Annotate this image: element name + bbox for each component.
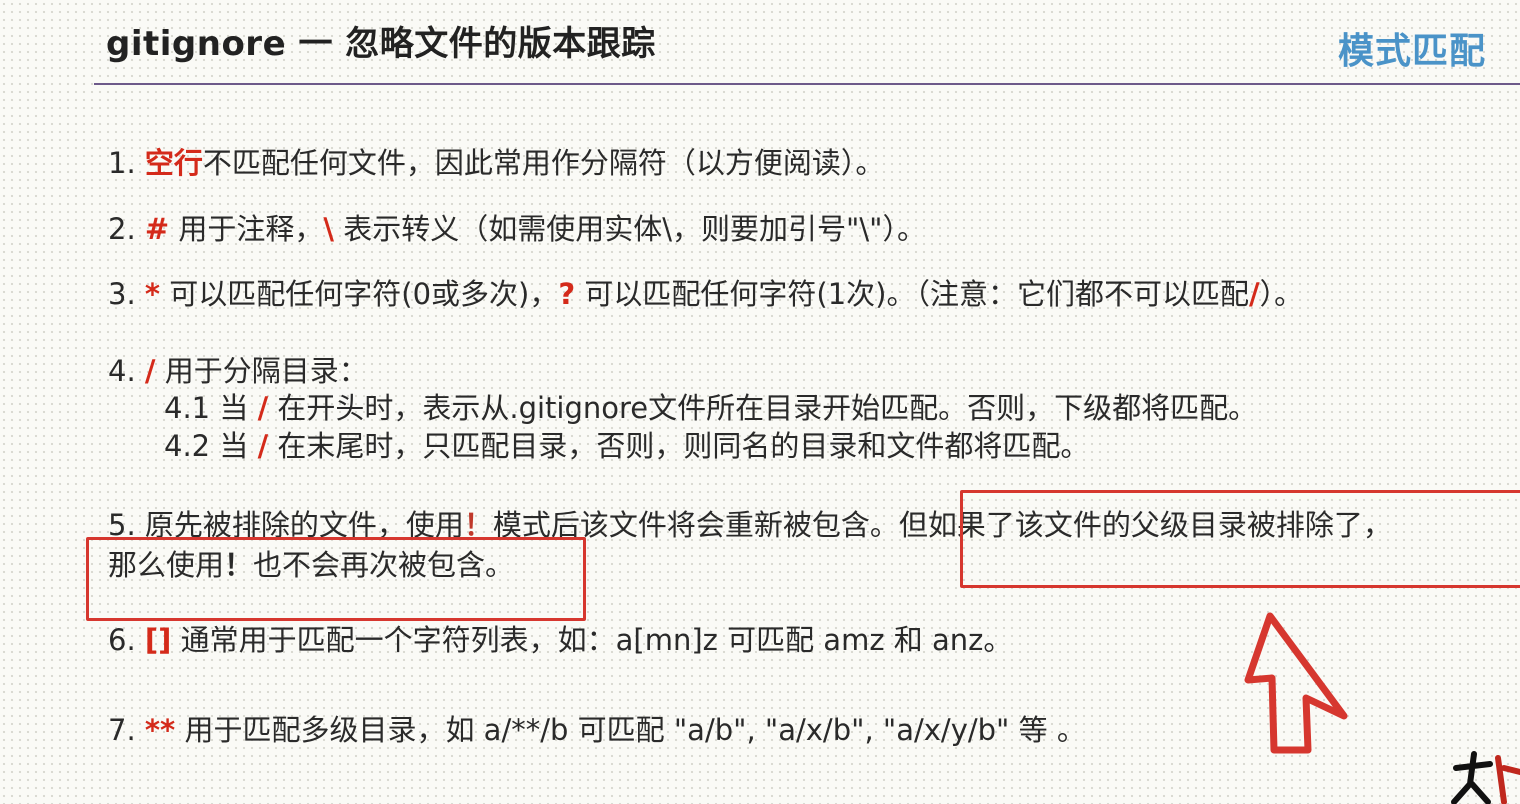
rule-4-1-text: 在开头时，表示从.gitignore文件所在目录开始匹配。否则，下级都将匹配。 [268, 391, 1258, 425]
rule-7-text: 用于匹配多级目录，如 a/**/b 可匹配 "a/b", "a/x/b", "a… [175, 713, 1086, 747]
rule-4-1-keyword-slash: / [257, 391, 269, 425]
rule-6-text: 通常用于匹配一个字符列表，如：a[mn]z 可匹配 amz 和 anz。 [171, 623, 1013, 657]
rule-7-number: 7. [108, 713, 136, 747]
rule-4-2-pre: 当 [210, 429, 258, 463]
rule-2-text-escape: 表示转义（如需使用实体\，则要加引号"\"）。 [334, 212, 926, 246]
rule-4-1-pre: 当 [210, 391, 258, 425]
title-divider [94, 83, 1520, 85]
rule-2-keyword-hash: # [144, 212, 170, 246]
rule-2-text-comment: 用于注释， [169, 212, 324, 246]
rule-3-text-end: ）。 [1259, 277, 1304, 311]
section-tag: 模式匹配 [1338, 31, 1487, 72]
rule-1-text: 不匹配任何文件，因此常用作分隔符（以方便阅读）。 [202, 146, 885, 180]
rule-2-keyword-backslash: \ [323, 212, 335, 246]
rule-6: 6. [] 通常用于匹配一个字符列表，如：a[mn]z 可匹配 amz 和 an… [108, 622, 1012, 658]
rule-1-keyword: 空行 [144, 146, 203, 180]
rule-4-2: 4.2 当 / 在末尾时，只匹配目录，否则，则同名的目录和文件都将匹配。 [164, 428, 1089, 464]
rule-4-keyword-slash: / [144, 354, 156, 388]
rule-7: 7. ** 用于匹配多级目录，如 a/**/b 可匹配 "a/b", "a/x/… [108, 712, 1086, 748]
rule-4-2-number: 4.2 [164, 429, 211, 463]
rule-4-1-number: 4.1 [164, 391, 211, 425]
highlight-box-parent-excluded [960, 490, 1520, 588]
rule-3-number: 3. [108, 277, 136, 311]
hand-drawn-arrow-icon [1244, 612, 1348, 754]
rule-4-text: 用于分隔目录： [155, 354, 368, 388]
rule-2-number: 2. [108, 212, 136, 246]
rule-4-2-keyword-slash: / [257, 429, 269, 463]
rule-3-text-star: 可以匹配任何字符(0或多次)， [160, 277, 559, 311]
corner-logo-icon [1451, 751, 1520, 804]
rule-6-number: 6. [108, 623, 136, 657]
highlight-box-not-reincluded [86, 537, 586, 621]
rule-4: 4. / 用于分隔目录： [108, 353, 368, 389]
rule-1: 1. 空行不匹配任何文件，因此常用作分隔符（以方便阅读）。 [108, 145, 884, 181]
rule-4-2-text: 在末尾时，只匹配目录，否则，则同名的目录和文件都将匹配。 [268, 429, 1090, 463]
rule-4-1: 4.1 当 / 在开头时，表示从.gitignore文件所在目录开始匹配。否则，… [164, 390, 1257, 426]
rule-1-number: 1. [108, 146, 136, 180]
rule-3-keyword-question: ? [558, 277, 576, 311]
rule-6-keyword-brackets: [] [144, 623, 172, 657]
rule-3: 3. * 可以匹配任何字符(0或多次)，? 可以匹配任何字符(1次)。（注意：它… [108, 276, 1303, 312]
rule-3-keyword-star: * [144, 277, 161, 311]
rule-3-keyword-slash: / [1249, 277, 1260, 311]
rule-3-text-question: 可以匹配任何字符(1次)。（注意：它们都不可以匹配 [575, 277, 1250, 311]
rule-4-number: 4. [108, 354, 136, 388]
slide-title: gitignore 一 忽略文件的版本跟踪 [106, 24, 656, 64]
rule-7-keyword-double-star: ** [144, 713, 176, 747]
rule-2: 2. # 用于注释，\ 表示转义（如需使用实体\，则要加引号"\"）。 [108, 211, 926, 247]
